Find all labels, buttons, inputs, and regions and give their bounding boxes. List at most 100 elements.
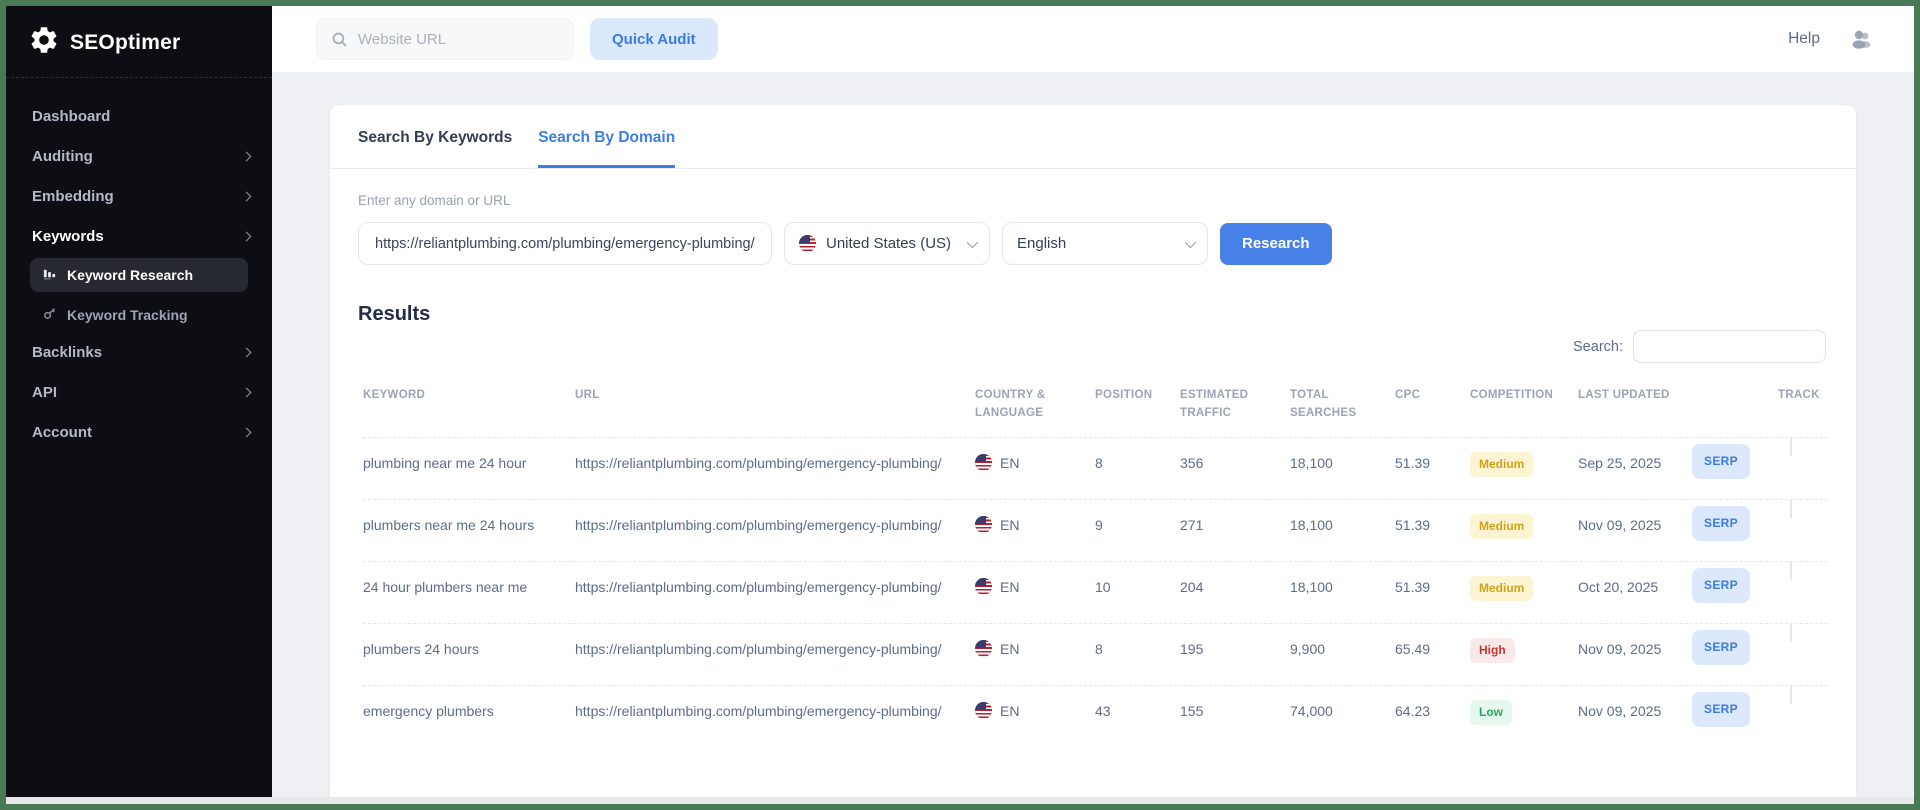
col-header-position: POSITION	[1095, 387, 1180, 423]
cell-cpc: 51.39	[1395, 438, 1470, 479]
sidebar-item-dashboard[interactable]: Dashboard	[32, 96, 254, 136]
cell-country-language: EN	[975, 686, 1095, 727]
cell-url: https://reliantplumbing.com/plumbing/eme…	[575, 438, 975, 479]
bar-chart-icon	[42, 266, 57, 284]
chevron-right-icon	[242, 347, 252, 357]
language-code: EN	[1000, 453, 1019, 473]
results-table: KEYWORD URL COUNTRY & LANGUAGE POSITION …	[363, 379, 1828, 747]
cell-keyword: plumbing near me 24 hour	[363, 438, 575, 479]
col-header-competition: COMPETITION	[1470, 387, 1578, 423]
domain-form: Enter any domain or URL United States (U…	[330, 169, 1856, 265]
serp-button[interactable]: SERP	[1692, 506, 1750, 541]
cell-competition: Low	[1470, 686, 1578, 731]
search-icon	[331, 31, 348, 48]
sidebar-item-keyword-tracking[interactable]: Keyword Tracking	[30, 298, 254, 332]
domain-form-label: Enter any domain or URL	[358, 193, 1828, 208]
col-header-total-searches: TOTAL SEARCHES	[1290, 387, 1395, 423]
us-flag-icon	[799, 235, 816, 252]
sidebar-item-keyword-research[interactable]: Keyword Research	[30, 258, 248, 292]
cell-url: https://reliantplumbing.com/plumbing/eme…	[575, 686, 975, 727]
results-table-header: KEYWORD URL COUNTRY & LANGUAGE POSITION …	[363, 379, 1828, 437]
cell-keyword: emergency plumbers	[363, 686, 575, 727]
bottom-strip	[6, 797, 1914, 804]
cell-estimated-traffic: 356	[1180, 438, 1290, 479]
chevron-right-icon	[242, 191, 252, 201]
table-row: 24 hour plumbers near me https://reliant…	[363, 561, 1828, 623]
language-code: EN	[1000, 515, 1019, 535]
user-avatar-icon[interactable]	[1848, 28, 1874, 50]
cell-estimated-traffic: 155	[1180, 686, 1290, 727]
tab-search-by-keywords[interactable]: Search By Keywords	[358, 129, 512, 168]
website-url-search[interactable]	[316, 18, 574, 60]
cell-position: 10	[1095, 562, 1180, 603]
chevron-right-icon	[242, 151, 252, 161]
sidebar-item-embedding[interactable]: Embedding	[32, 176, 254, 216]
cell-total-searches: 18,100	[1290, 562, 1395, 603]
language-code: EN	[1000, 639, 1019, 659]
cell-keyword: plumbers 24 hours	[363, 624, 575, 665]
col-header-keyword: KEYWORD	[363, 387, 575, 423]
sidebar-item-keywords[interactable]: Keywords	[32, 216, 254, 256]
track-checkbox[interactable]	[1790, 437, 1792, 456]
cell-last-updated: Nov 09, 2025	[1578, 686, 1692, 727]
col-header-last-updated: LAST UPDATED	[1578, 387, 1692, 423]
us-flag-icon	[975, 516, 992, 533]
gear-logo-icon	[28, 24, 60, 61]
language-select[interactable]: English	[1002, 222, 1208, 265]
cell-cpc: 65.49	[1395, 624, 1470, 665]
sidebar-item-backlinks[interactable]: Backlinks	[32, 332, 254, 372]
logo-text: SEOptimer	[70, 31, 180, 55]
cell-position: 8	[1095, 624, 1180, 665]
track-checkbox[interactable]	[1790, 685, 1792, 704]
serp-button[interactable]: SERP	[1692, 692, 1750, 727]
track-checkbox[interactable]	[1790, 561, 1792, 580]
table-search-input[interactable]	[1633, 330, 1826, 363]
cell-cpc: 64.23	[1395, 686, 1470, 727]
competition-badge: High	[1470, 638, 1515, 663]
cell-competition: Medium	[1470, 562, 1578, 607]
research-button[interactable]: Research	[1220, 223, 1332, 265]
col-header-estimated-traffic: ESTIMATED TRAFFIC	[1180, 387, 1290, 423]
sidebar-nav: Dashboard Auditing Embedding Keywords Ke…	[6, 78, 272, 452]
track-checkbox[interactable]	[1790, 623, 1792, 642]
competition-badge: Medium	[1470, 452, 1533, 477]
cell-last-updated: Nov 09, 2025	[1578, 500, 1692, 541]
cell-position: 8	[1095, 438, 1180, 479]
country-select[interactable]: United States (US)	[784, 222, 990, 265]
cell-competition: Medium	[1470, 500, 1578, 545]
col-header-country-language: COUNTRY & LANGUAGE	[975, 387, 1095, 423]
table-row: emergency plumbers https://reliantplumbi…	[363, 685, 1828, 747]
results-title: Results	[330, 265, 1856, 326]
cell-country-language: EN	[975, 562, 1095, 603]
domain-url-input[interactable]	[358, 222, 772, 265]
quick-audit-button[interactable]: Quick Audit	[590, 18, 718, 60]
country-selected-value: United States (US)	[826, 235, 957, 252]
cell-country-language: EN	[975, 500, 1095, 541]
cell-last-updated: Sep 25, 2025	[1578, 438, 1692, 479]
app-window: SEOptimer Dashboard Auditing Embedding K…	[6, 6, 1914, 797]
website-url-input[interactable]	[358, 31, 559, 48]
cell-total-searches: 18,100	[1290, 500, 1395, 541]
cell-competition: High	[1470, 624, 1578, 669]
help-link[interactable]: Help	[1788, 30, 1820, 48]
chevron-right-icon	[242, 427, 252, 437]
cell-keyword: 24 hour plumbers near me	[363, 562, 575, 603]
sidebar-item-account[interactable]: Account	[32, 412, 254, 452]
language-code: EN	[1000, 577, 1019, 597]
serp-button[interactable]: SERP	[1692, 444, 1750, 479]
sidebar-item-auditing[interactable]: Auditing	[32, 136, 254, 176]
serp-button[interactable]: SERP	[1692, 568, 1750, 603]
competition-badge: Low	[1470, 700, 1512, 725]
sidebar-item-api[interactable]: API	[32, 372, 254, 412]
logo[interactable]: SEOptimer	[6, 6, 272, 78]
serp-button[interactable]: SERP	[1692, 630, 1750, 665]
col-header-serp-spacer	[1692, 387, 1778, 423]
track-checkbox[interactable]	[1790, 499, 1792, 518]
chevron-right-icon	[242, 231, 252, 241]
cell-total-searches: 9,900	[1290, 624, 1395, 665]
tab-search-by-domain[interactable]: Search By Domain	[538, 129, 675, 168]
sidebar: SEOptimer Dashboard Auditing Embedding K…	[6, 6, 272, 797]
cell-position: 43	[1095, 686, 1180, 727]
table-search-row: Search:	[330, 326, 1856, 363]
chevron-down-icon	[967, 236, 978, 247]
